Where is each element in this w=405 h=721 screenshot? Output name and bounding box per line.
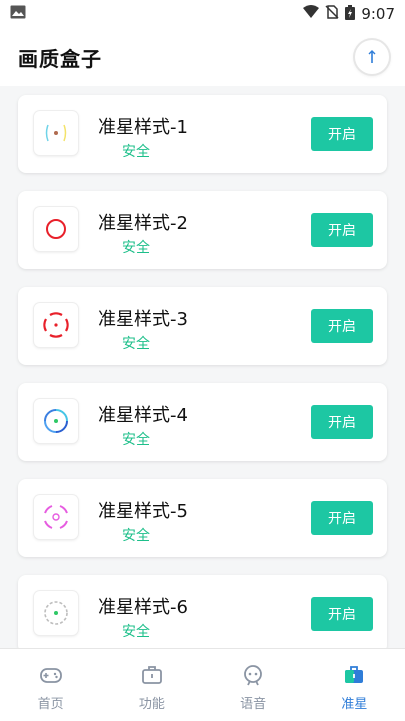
safe-label: 安全: [122, 432, 150, 448]
crosshair-style-1-icon: [34, 111, 78, 155]
list-item: 准星样式-4 安全 开启: [18, 383, 387, 461]
nav-label: 语音: [240, 697, 267, 712]
open-button[interactable]: 开启: [311, 309, 373, 343]
crosshair-style-6-icon: [34, 591, 78, 635]
card-title: 准星样式-3: [98, 309, 188, 330]
list-item: 准星样式-3 安全 开启: [18, 287, 387, 365]
floating-toggle-button[interactable]: [355, 40, 389, 74]
card-title: 准星样式-5: [98, 501, 188, 522]
safe-label: 安全: [122, 336, 150, 352]
gallery-notification-icon: [10, 5, 26, 23]
open-button[interactable]: 开启: [311, 405, 373, 439]
battery-icon: [345, 4, 356, 24]
list-item: 准星样式-1 安全 开启: [18, 95, 387, 173]
nav-item-functions[interactable]: 功能: [102, 649, 202, 712]
nav-label: 功能: [138, 697, 165, 712]
nav-item-home[interactable]: 首页: [1, 649, 101, 712]
wifi-icon: [303, 5, 320, 23]
crosshair-style-4-icon: [34, 399, 78, 443]
open-button[interactable]: 开启: [311, 213, 373, 247]
crosshair-style-2-icon: [34, 207, 78, 251]
crosshair-style-3-icon: [34, 303, 78, 347]
safe-label: 安全: [122, 624, 150, 640]
refresh-icon: [368, 50, 376, 63]
robot-icon: [244, 665, 263, 686]
status-bar: 9:07: [0, 0, 405, 28]
card-title: 准星样式-2: [98, 213, 188, 234]
crosshair-style-5-icon: [34, 495, 78, 539]
gamepad-icon: [39, 668, 62, 683]
safe-label: 安全: [122, 240, 150, 256]
list-item: 准星样式-2 安全 开启: [18, 191, 387, 269]
bottom-navigation: 首页 功能 语音 准星: [0, 648, 405, 721]
briefcase-icon: [345, 666, 364, 683]
safe-label: 安全: [122, 144, 150, 160]
open-button[interactable]: 开启: [311, 501, 373, 535]
nav-label: 准星: [341, 697, 368, 712]
list-item: 准星样式-6 安全 开启: [18, 575, 387, 648]
list-item: 准星样式-5 安全 开启: [18, 479, 387, 557]
card-title: 准星样式-1: [98, 117, 188, 138]
nav-label: 首页: [37, 697, 64, 712]
page-title: 画质盒子: [18, 46, 102, 71]
card-title: 准星样式-6: [98, 597, 188, 618]
status-time: 9:07: [361, 5, 395, 23]
nav-item-voice[interactable]: 语音: [203, 649, 303, 712]
nav-item-crosshair[interactable]: 准星: [304, 649, 404, 712]
safe-label: 安全: [122, 528, 150, 544]
card-title: 准星样式-4: [98, 405, 188, 426]
briefcase-icon: [141, 666, 162, 684]
no-sim-icon: [325, 5, 339, 23]
open-button[interactable]: 开启: [311, 597, 373, 631]
crosshair-list: 准星样式-1 安全 开启 准星样式-2 安全 开启 准星样式-3 安全 开启 准…: [0, 92, 405, 648]
app-header: 画质盒子: [0, 28, 405, 86]
open-button[interactable]: 开启: [311, 117, 373, 151]
